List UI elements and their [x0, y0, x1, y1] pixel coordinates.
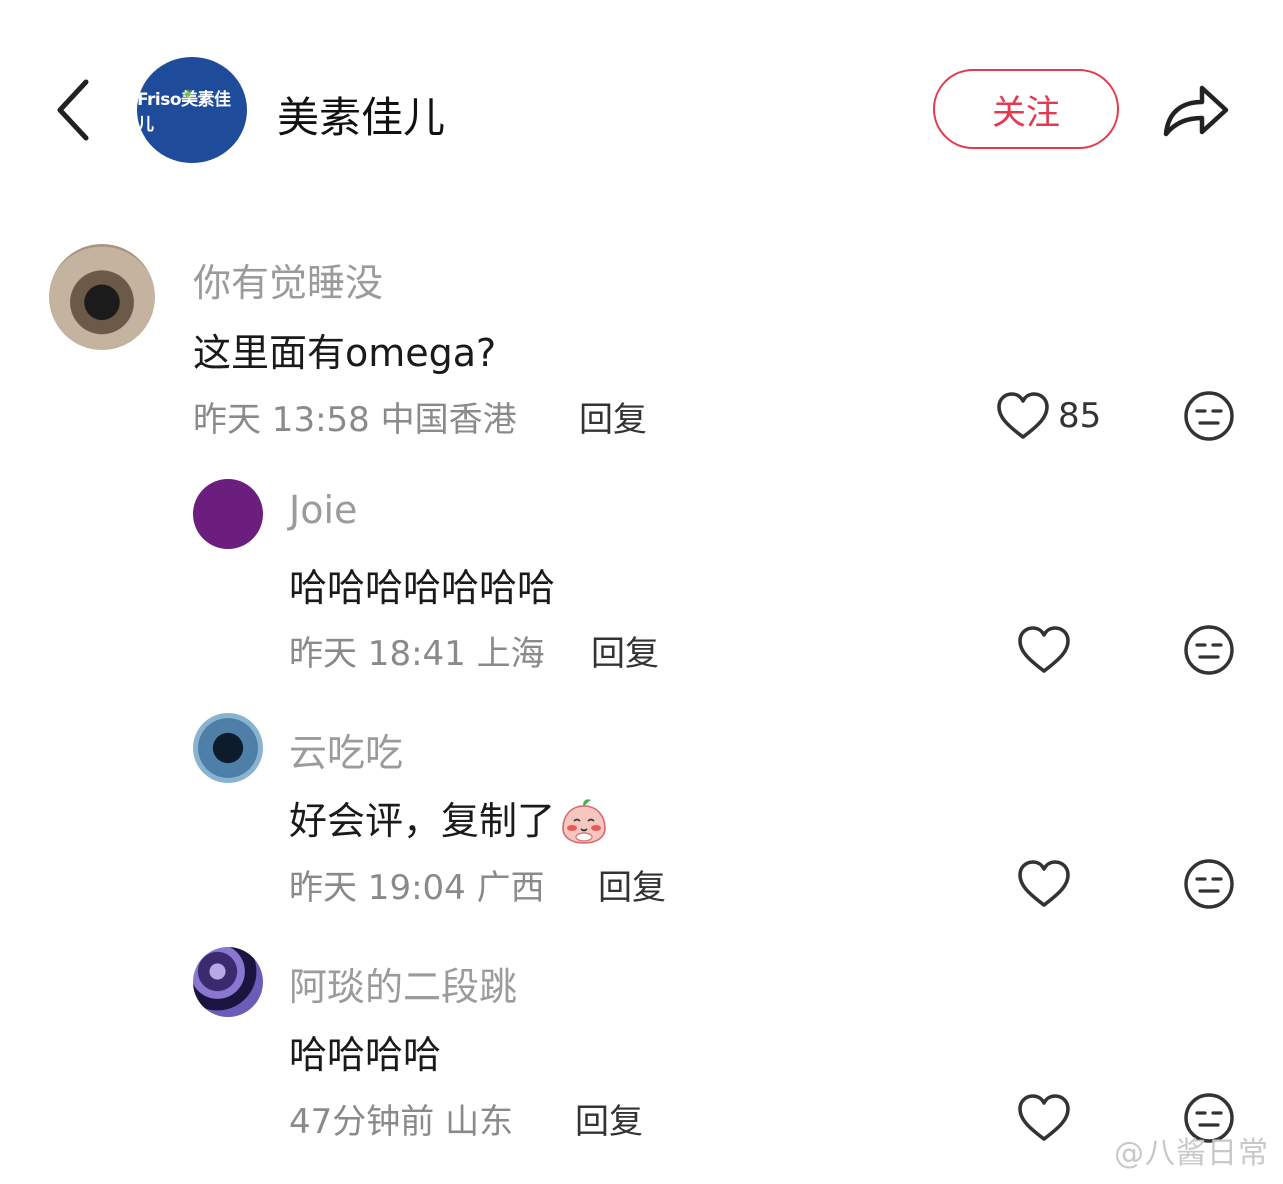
- avatar[interactable]: [193, 947, 263, 1017]
- avatar[interactable]: [49, 244, 155, 350]
- comment-time: 昨天 13:58: [193, 400, 370, 440]
- comment-meta: 昨天 13:58 中国香港: [193, 392, 517, 441]
- watermark: @八酱日常: [1114, 1136, 1269, 1171]
- comment-username[interactable]: 你有觉睡没: [193, 252, 383, 307]
- dislike-face-icon[interactable]: [1183, 390, 1235, 442]
- comment-username[interactable]: Joie: [289, 488, 357, 532]
- reply-button[interactable]: 回复: [575, 1094, 643, 1143]
- comment-text: 哈哈哈哈哈哈哈: [289, 566, 556, 610]
- comment-time: 47分钟前: [289, 1102, 435, 1142]
- comment-location: 中国香港: [380, 400, 517, 440]
- reply-button[interactable]: 回复: [598, 860, 666, 909]
- comment-location: 广西: [476, 868, 545, 908]
- comment-time: 昨天 19:04: [289, 868, 466, 908]
- comment-location: 上海: [476, 634, 545, 674]
- dislike-face-icon[interactable]: [1183, 858, 1235, 910]
- heart-icon[interactable]: [1016, 624, 1072, 676]
- avatar[interactable]: [193, 713, 263, 783]
- comment-username[interactable]: 阿琰的二段跳: [289, 956, 517, 1011]
- back-chevron-icon[interactable]: [52, 78, 96, 142]
- comment-text: 这里面有omega?: [193, 331, 497, 375]
- leaf-icon: ❦: [183, 87, 193, 101]
- share-arrow-icon[interactable]: [1160, 78, 1232, 142]
- comment-text-body: 好会评，复制了: [289, 799, 556, 843]
- comment-time: 昨天 18:41: [289, 634, 466, 674]
- heart-icon[interactable]: [995, 390, 1051, 442]
- comment-location: 山东: [445, 1102, 514, 1142]
- avatar[interactable]: [193, 479, 263, 549]
- peach-emoji-icon: [562, 799, 606, 844]
- like-count: 85: [1058, 396, 1102, 436]
- brand-avatar[interactable]: ❦ Friso美素佳儿: [137, 57, 247, 163]
- comment-text: 好会评，复制了: [289, 790, 609, 846]
- follow-button[interactable]: 关注: [933, 69, 1119, 149]
- comment-meta: 昨天 19:04 广西: [289, 860, 545, 909]
- heart-icon[interactable]: [1016, 858, 1072, 910]
- comment-meta: 47分钟前 山东: [289, 1094, 513, 1143]
- reply-button[interactable]: 回复: [591, 626, 659, 675]
- comment-meta: 昨天 18:41 上海: [289, 626, 545, 675]
- reply-button[interactable]: 回复: [579, 392, 647, 441]
- comment-username[interactable]: 云吃吃: [289, 722, 403, 777]
- heart-icon[interactable]: [1016, 1092, 1072, 1144]
- account-name[interactable]: 美素佳儿: [277, 84, 445, 145]
- dislike-face-icon[interactable]: [1183, 624, 1235, 676]
- comment-text: 哈哈哈哈: [289, 1033, 442, 1077]
